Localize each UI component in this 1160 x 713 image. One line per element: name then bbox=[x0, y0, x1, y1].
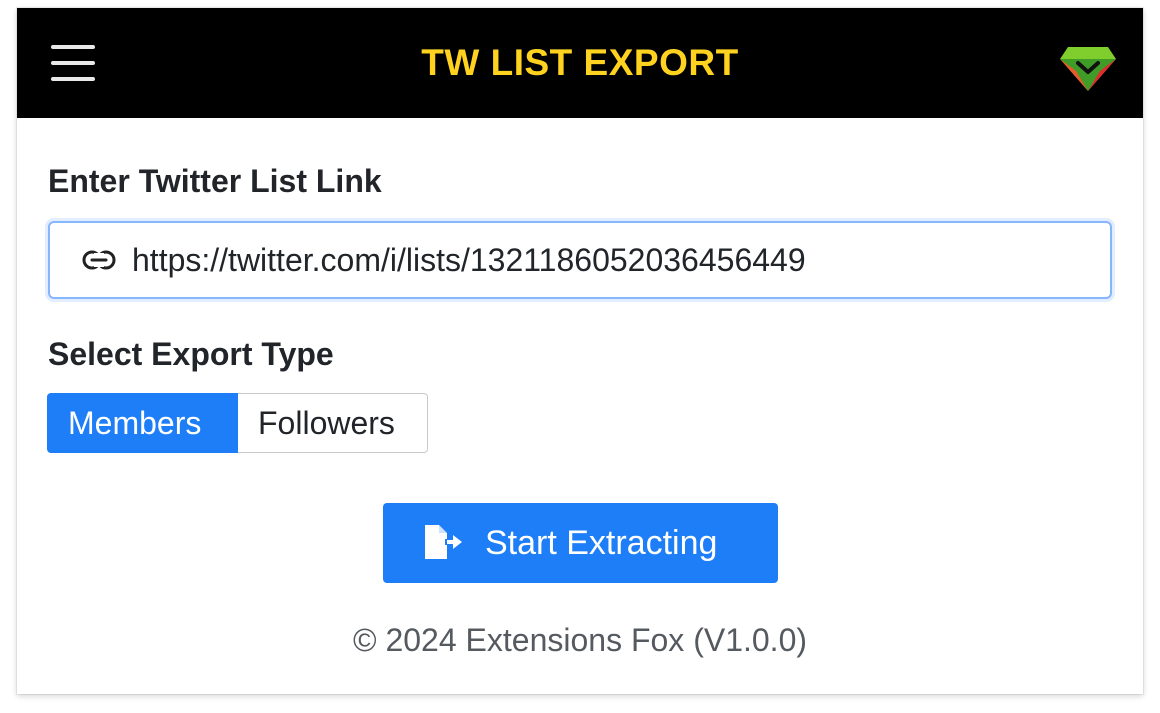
gem-logo-icon[interactable] bbox=[1060, 41, 1116, 91]
export-type-label: Select Export Type bbox=[48, 336, 334, 372]
link-label: Enter Twitter List Link bbox=[48, 163, 382, 199]
link-icon bbox=[82, 250, 116, 270]
footer-copyright: © 2024 Extensions Fox (V1.0.0) bbox=[352, 622, 808, 658]
members-option-button[interactable]: Members bbox=[47, 393, 238, 453]
start-extracting-label: Start Extracting bbox=[485, 524, 718, 562]
app-title: TW LIST EXPORT bbox=[421, 42, 739, 83]
file-export-icon bbox=[425, 525, 462, 559]
followers-option-button[interactable]: Followers bbox=[238, 393, 428, 453]
list-link-field[interactable] bbox=[48, 221, 1112, 299]
list-link-input[interactable] bbox=[132, 235, 1092, 285]
start-extracting-button[interactable]: Start Extracting bbox=[383, 503, 778, 583]
extension-popup: TW LIST EXPORT Enter Twitter List Link S… bbox=[17, 8, 1143, 694]
app-header: TW LIST EXPORT bbox=[17, 8, 1143, 118]
export-type-toggle: Members Followers bbox=[47, 393, 428, 453]
